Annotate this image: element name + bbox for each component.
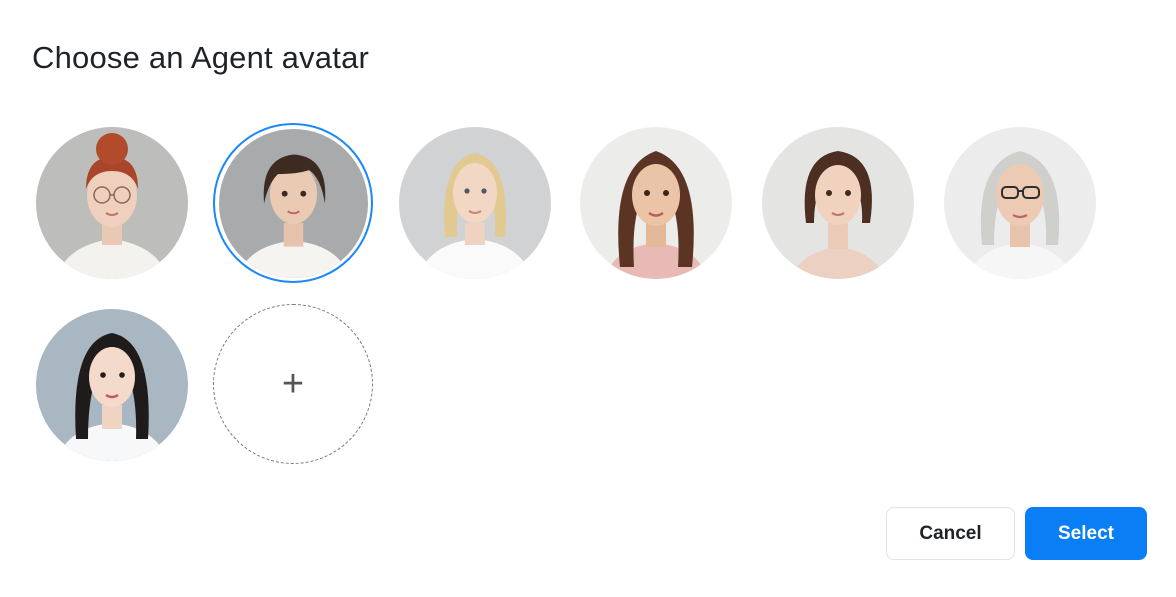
- avatar-option-1[interactable]: [32, 123, 192, 283]
- avatar-portrait-red-hair-glasses: [36, 127, 188, 279]
- cancel-button[interactable]: Cancel: [886, 507, 1015, 560]
- avatar-portrait-gray-hair-glasses: [944, 127, 1096, 279]
- plus-icon: +: [281, 363, 305, 405]
- avatar-portrait-bob-brown-hair: [762, 127, 914, 279]
- select-button[interactable]: Select: [1025, 507, 1147, 560]
- dialog-title: Choose an Agent avatar: [32, 40, 370, 75]
- avatar-portrait-black-long-hair: [36, 309, 188, 461]
- avatar-option-6[interactable]: [940, 123, 1100, 283]
- add-avatar-button[interactable]: +: [213, 304, 373, 464]
- avatar-portrait-brown-short-hair: [218, 128, 368, 278]
- avatar-option-2[interactable]: [213, 123, 373, 283]
- avatar-option-5[interactable]: [758, 123, 918, 283]
- avatar-portrait-long-brown-hair: [580, 127, 732, 279]
- avatar-option-3[interactable]: [395, 123, 555, 283]
- avatar-portrait-blonde-hair: [399, 127, 551, 279]
- avatar-option-4[interactable]: [576, 123, 736, 283]
- avatar-option-7[interactable]: [32, 305, 192, 465]
